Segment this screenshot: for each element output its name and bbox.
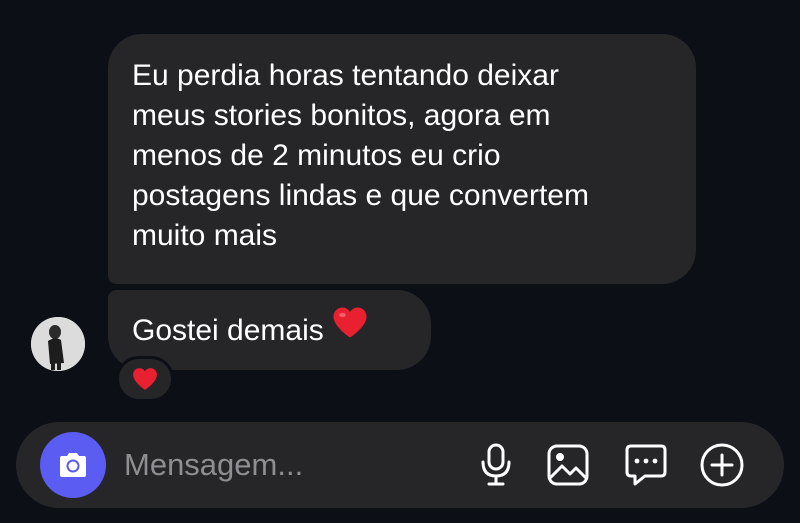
message-composer	[16, 422, 784, 508]
message-text-line: menos de 2 minutos eu crio	[132, 139, 501, 172]
microphone-icon	[481, 443, 511, 486]
sender-avatar[interactable]	[31, 317, 85, 371]
message-text-line: muito mais	[132, 219, 278, 252]
camera-button[interactable]	[40, 432, 106, 498]
avatar-photo	[31, 317, 85, 371]
received-message-bubble[interactable]: Eu perdia horas tentando deixar meus sto…	[108, 34, 696, 284]
plus-icon	[700, 443, 744, 487]
gallery-button[interactable]	[544, 441, 592, 489]
message-text: Gostei demais	[132, 313, 324, 347]
microphone-button[interactable]	[472, 441, 520, 489]
camera-icon	[60, 453, 86, 477]
sticker-button[interactable]	[622, 441, 670, 489]
message-text-line: Eu perdia horas tentando deixar	[132, 59, 559, 92]
heart-emoji-icon	[332, 306, 368, 350]
message-text-line: postagens lindas e que convertem	[132, 179, 589, 212]
sticker-icon	[625, 444, 667, 486]
message-input[interactable]	[124, 440, 424, 490]
gallery-icon	[547, 444, 589, 486]
heart-reaction-badge[interactable]	[116, 356, 174, 402]
add-button[interactable]	[698, 441, 746, 489]
message-text-line: meus stories bonitos, agora em	[132, 99, 551, 132]
heart-icon	[133, 368, 157, 390]
